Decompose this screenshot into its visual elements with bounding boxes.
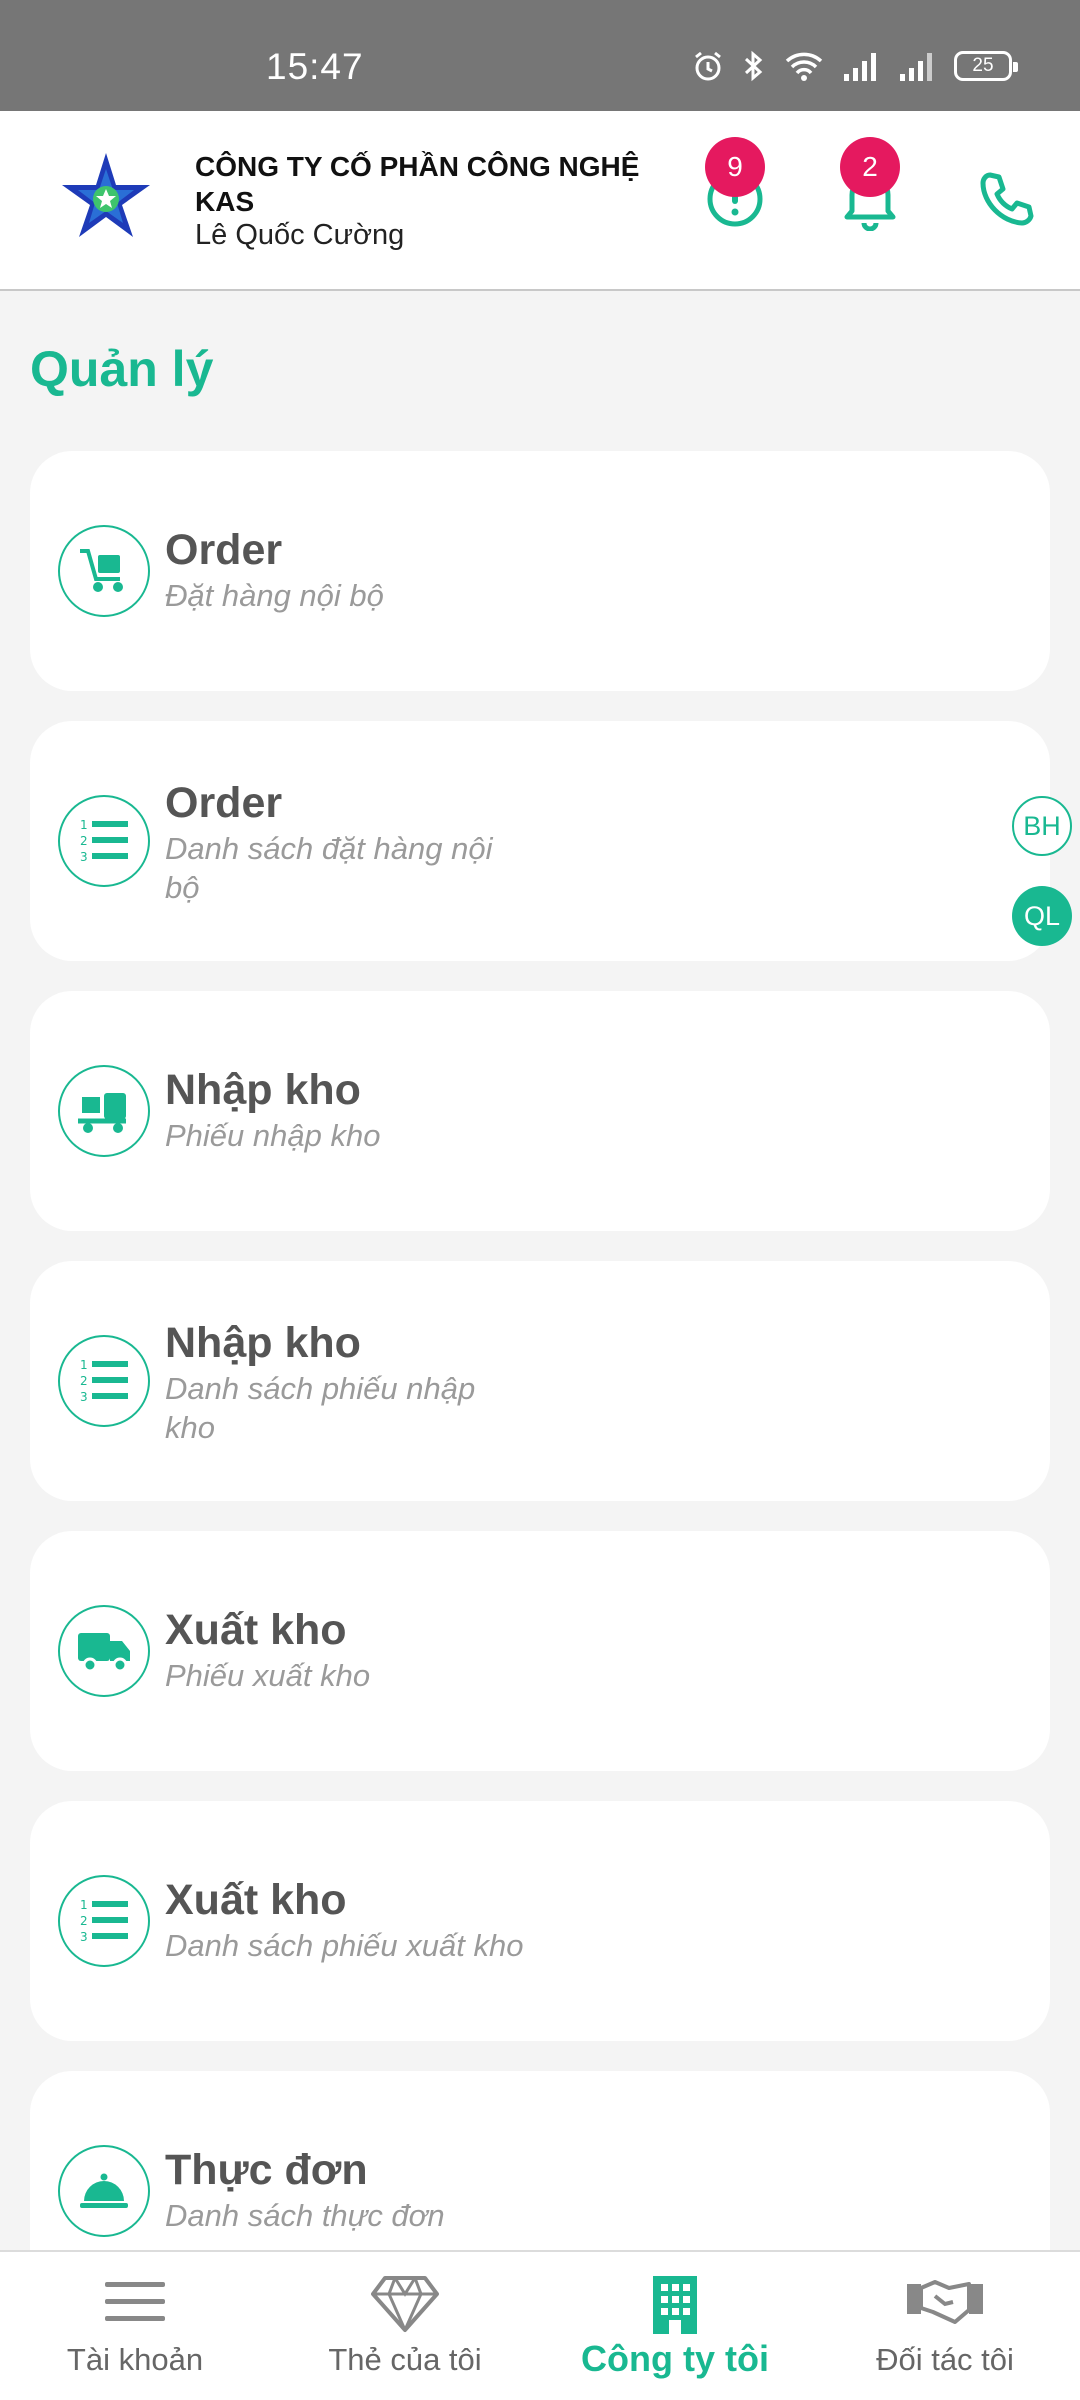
company-logo	[62, 153, 150, 237]
alerts-badge: 9	[705, 137, 765, 197]
app-header: CÔNG TY CỐ PHẦN CÔNG NGHỆ KAS Lê Quốc Cư…	[0, 111, 1080, 291]
card-title: Thực đơn	[165, 2146, 368, 2194]
nav-label: Công ty tôi	[581, 2338, 769, 2379]
phone-icon	[980, 172, 1034, 226]
forklift-icon	[58, 1065, 150, 1157]
alarm-icon	[695, 51, 721, 81]
svg-text:2: 2	[80, 1374, 88, 1388]
nav-tab-my-partners[interactable]: Đối tác tôi	[810, 2252, 1080, 2400]
diamond-icon	[371, 2276, 439, 2332]
card-warehouse-receipt-list[interactable]: 1 2 3 Nhập kho Danh sách phiếu nhập kho	[30, 1261, 1050, 1501]
nav-tab-account[interactable]: Tài khoản	[0, 2252, 270, 2400]
battery-icon: 25	[954, 51, 1018, 81]
section-title: Quản lý	[30, 341, 214, 397]
svg-text:1: 1	[80, 1358, 88, 1372]
card-order-list[interactable]: 1 2 3 Order Danh sách đặt hàng nội bộ	[30, 721, 1050, 961]
nav-tab-my-company[interactable]: Công ty tôi	[540, 2252, 810, 2400]
card-subtitle: Danh sách phiếu xuất kho	[165, 1928, 524, 1963]
bh-shortcut-button[interactable]: BH	[1012, 796, 1072, 856]
card-subtitle: Danh sách thực đơn	[165, 2198, 445, 2233]
svg-text:3: 3	[80, 1390, 88, 1404]
svg-text:1: 1	[80, 1898, 88, 1912]
svg-text:2: 2	[80, 1914, 88, 1928]
cart-icon	[58, 525, 150, 617]
status-bar: 15:47 25	[0, 0, 1080, 111]
bluetooth-icon	[744, 50, 763, 82]
call-button[interactable]	[966, 159, 1046, 239]
svg-text:2: 2	[80, 834, 88, 848]
status-icons: 25	[692, 50, 1018, 82]
company-name: CÔNG TY CỐ PHẦN CÔNG NGHỆ KAS	[195, 151, 640, 217]
menu-icon	[105, 2282, 165, 2321]
card-warehouse-issue-list[interactable]: 1 2 3 Xuất kho Danh sách phiếu xuất kho	[30, 1801, 1050, 2041]
building-icon	[653, 2276, 697, 2334]
svg-text:3: 3	[80, 1930, 88, 1944]
food-cloche-icon	[58, 2145, 150, 2237]
card-subtitle: Danh sách phiếu nhập kho	[165, 1371, 476, 1445]
card-warehouse-receipt[interactable]: Nhập kho Phiếu nhập kho	[30, 991, 1050, 1231]
wifi-icon	[785, 52, 823, 81]
numbered-list-icon: 1 2 3	[58, 1335, 150, 1427]
status-time: 15:47	[266, 46, 364, 87]
alerts-button[interactable]: 9	[695, 137, 775, 239]
user-name: Lê Quốc Cường	[195, 219, 405, 251]
card-title: Nhập kho	[165, 1066, 361, 1114]
card-title: Xuất kho	[165, 1606, 347, 1654]
signal-icon-2	[900, 53, 932, 81]
numbered-list-icon: 1 2 3	[58, 1875, 150, 1967]
nav-label: Thẻ của tôi	[328, 2342, 482, 2377]
card-title: Order	[165, 526, 283, 574]
nav-tab-my-cards[interactable]: Thẻ của tôi	[270, 2252, 540, 2400]
nav-label: Tài khoản	[66, 2342, 204, 2377]
card-title: Xuất kho	[165, 1876, 347, 1924]
notifications-button[interactable]: 2	[830, 137, 910, 239]
ql-shortcut-button[interactable]: QL	[1012, 886, 1072, 946]
numbered-list-icon: 1 2 3	[58, 795, 150, 887]
svg-text:3: 3	[80, 850, 88, 864]
card-subtitle: Phiếu nhập kho	[165, 1118, 381, 1153]
truck-icon	[58, 1605, 150, 1697]
handshake-icon	[907, 2280, 983, 2324]
notifications-badge: 2	[840, 137, 900, 197]
card-order[interactable]: Order Đặt hàng nội bộ	[30, 451, 1050, 691]
card-warehouse-issue[interactable]: Xuất kho Phiếu xuất kho	[30, 1531, 1050, 1771]
svg-text:1: 1	[80, 818, 88, 832]
bottom-nav: Tài khoản Thẻ của tôi Công ty tôi Đối tá…	[0, 2250, 1080, 2400]
signal-icon-1	[844, 53, 876, 81]
card-subtitle: Danh sách đặt hàng nội bộ	[165, 831, 493, 905]
nav-label: Đối tác tôi	[876, 2342, 1014, 2377]
card-subtitle: Đặt hàng nội bộ	[165, 578, 384, 613]
card-title: Order	[165, 779, 283, 827]
card-subtitle: Phiếu xuất kho	[165, 1658, 371, 1693]
card-title: Nhập kho	[165, 1319, 361, 1367]
